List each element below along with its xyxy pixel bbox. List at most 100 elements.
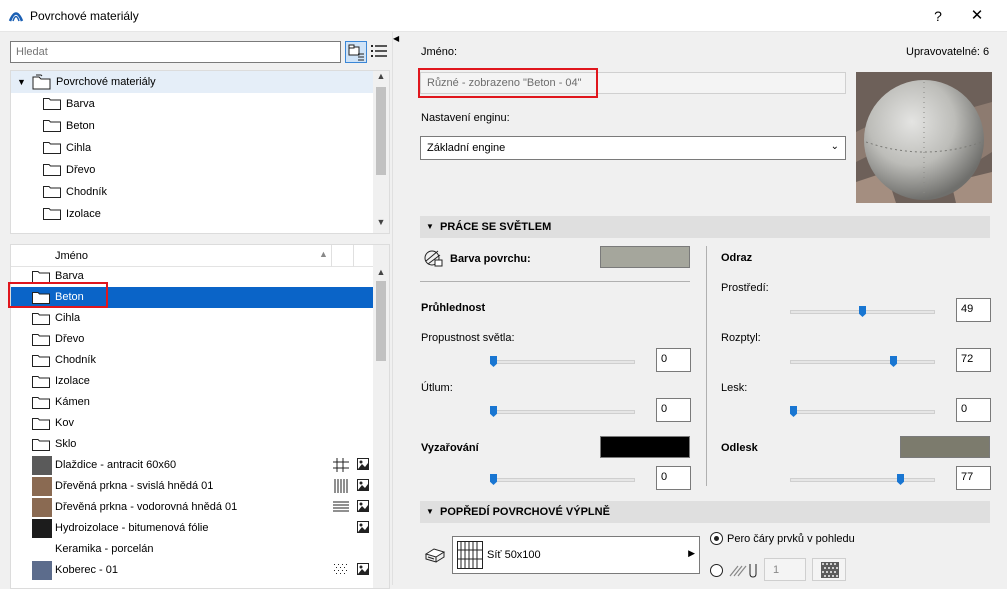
list-item[interactable]: Kov: [11, 413, 375, 434]
scroll-down-icon[interactable]: ▼: [373, 217, 389, 231]
ambient-label: Prostředí:: [721, 282, 769, 294]
specular-input[interactable]: 77: [956, 466, 991, 490]
folder-library-icon: [32, 74, 51, 90]
material-swatch: [32, 519, 52, 538]
texture-image-icon: [357, 563, 369, 575]
chevron-right-icon: ▶: [688, 548, 695, 558]
pen-icon: [729, 564, 757, 578]
emission-input[interactable]: 0: [656, 466, 691, 490]
slider-thumb[interactable]: [790, 406, 797, 417]
fill-select-value: Síť 50x100: [487, 549, 541, 561]
custom-pen-radio[interactable]: [710, 564, 723, 577]
light-transmission-label: Propustnost světla:: [421, 332, 515, 344]
slider-thumb[interactable]: [897, 474, 904, 485]
pen-option-radio[interactable]: [710, 532, 723, 545]
separator: [420, 281, 690, 282]
transparency-title: Průhlednost: [421, 302, 486, 314]
material-row[interactable]: Koberec - 01: [11, 560, 375, 581]
collapse-left-icon[interactable]: ◀: [393, 34, 399, 43]
tree-root[interactable]: ▼ Povrchové materiály: [11, 71, 373, 93]
material-name: Dřevěná prkna - svislá hnědá 01: [55, 480, 214, 492]
preview-sphere-image: [856, 72, 992, 203]
shine-slider[interactable]: [790, 410, 935, 414]
folder-icon: [32, 439, 50, 451]
tree-item[interactable]: Dřevo: [11, 159, 373, 181]
surface-color-swatch[interactable]: [600, 246, 690, 268]
shine-input[interactable]: 0: [956, 398, 991, 422]
attenuation-slider[interactable]: [490, 410, 635, 414]
specular-slider[interactable]: [790, 478, 935, 482]
tree-item[interactable]: Cihla: [11, 137, 373, 159]
attenuation-input[interactable]: 0: [656, 398, 691, 422]
list-item[interactable]: Kámen: [11, 392, 375, 413]
list-item[interactable]: Cihla: [11, 308, 375, 329]
title-bar: Povrchové materiály ? ✕: [0, 0, 1007, 32]
scroll-thumb[interactable]: [376, 87, 386, 175]
material-row[interactable]: Hydroizolace - bitumenová fólie: [11, 518, 375, 539]
folder-icon: [43, 164, 61, 176]
tree-item[interactable]: Chodník: [11, 181, 373, 203]
scroll-thumb[interactable]: [376, 281, 386, 361]
scroll-up-icon[interactable]: ▲: [373, 267, 389, 281]
diffuse-input[interactable]: 72: [956, 348, 991, 372]
engine-select[interactable]: Základní engine ⌄: [420, 136, 846, 160]
fill-icon: [424, 548, 446, 563]
scroll-up-icon[interactable]: ▲: [373, 71, 389, 85]
slider-thumb[interactable]: [890, 356, 897, 367]
tree-scrollbar[interactable]: ▲ ▼: [373, 71, 389, 233]
grid-pattern-icon: [333, 458, 349, 472]
column-header-name[interactable]: Jméno: [55, 250, 88, 262]
fill-section-header[interactable]: ▼ POPŘEDÍ POVRCHOVÉ VÝPLNĚ: [420, 501, 990, 523]
ambient-input[interactable]: 49: [956, 298, 991, 322]
collapse-triangle-icon[interactable]: ▼: [426, 216, 434, 238]
specular-color-swatch[interactable]: [900, 436, 990, 458]
list-header[interactable]: Jméno ▲: [11, 245, 373, 267]
material-row[interactable]: Dlaždice - antracit 60x60: [11, 455, 375, 476]
chevron-down-icon[interactable]: ▼: [17, 71, 26, 93]
material-row[interactable]: Keramika - porcelán: [11, 539, 375, 560]
slider-thumb[interactable]: [490, 406, 497, 417]
column-divider: [353, 245, 354, 267]
diffuse-slider[interactable]: [790, 360, 935, 364]
slider-thumb[interactable]: [490, 474, 497, 485]
emission-slider[interactable]: [490, 478, 635, 482]
tree-view-button[interactable]: [345, 41, 367, 63]
close-button[interactable]: ✕: [965, 6, 989, 26]
tree-item[interactable]: Beton: [11, 115, 373, 137]
list-item[interactable]: Izolace: [11, 371, 375, 392]
fill-select[interactable]: Síť 50x100 ▶: [452, 536, 700, 574]
collapse-triangle-icon[interactable]: ▼: [426, 501, 434, 523]
tree-item-label: Chodník: [66, 186, 107, 198]
list-scrollbar[interactable]: ▲: [373, 245, 389, 588]
texture-image-icon: [357, 458, 369, 470]
window-title: Povrchové materiály: [30, 9, 139, 23]
diffuse-label: Rozptyl:: [721, 332, 761, 344]
material-name: Dřevěná prkna - vodorovná hnědá 01: [55, 501, 238, 513]
emission-color-swatch[interactable]: [600, 436, 690, 458]
list-item[interactable]: Dřevo: [11, 329, 375, 350]
pen-color-button[interactable]: [812, 558, 846, 581]
search-input[interactable]: [10, 41, 341, 63]
tree-item[interactable]: Izolace: [11, 203, 373, 225]
material-row[interactable]: Dřevěná prkna - svislá hnědá 01: [11, 476, 375, 497]
texture-image-icon: [357, 479, 369, 491]
slider-thumb[interactable]: [490, 356, 497, 367]
list-view-button[interactable]: [369, 41, 391, 63]
slider-thumb[interactable]: [859, 306, 866, 317]
light-transmission-slider[interactable]: [490, 360, 635, 364]
pen-number-input[interactable]: 1: [764, 558, 806, 581]
tree-item[interactable]: Barva: [11, 93, 373, 115]
material-swatch: [32, 561, 52, 580]
list-item[interactable]: Chodník: [11, 350, 375, 371]
light-section-header[interactable]: ▼ PRÁCE SE SVĚTLEM: [420, 216, 990, 238]
list-item[interactable]: Sklo: [11, 434, 375, 455]
texture-image-icon: [357, 521, 369, 533]
light-transmission-input[interactable]: 0: [656, 348, 691, 372]
specular-label: Odlesk: [721, 442, 758, 454]
material-name: Hydroizolace - bitumenová fólie: [55, 522, 209, 534]
panel-splitter[interactable]: ◀: [392, 32, 400, 585]
material-row[interactable]: Dřevěná prkna - vodorovná hnědá 01: [11, 497, 375, 518]
surface-color-icon: [424, 250, 443, 267]
help-button[interactable]: ?: [928, 6, 948, 26]
list-item-label: Chodník: [55, 354, 96, 366]
